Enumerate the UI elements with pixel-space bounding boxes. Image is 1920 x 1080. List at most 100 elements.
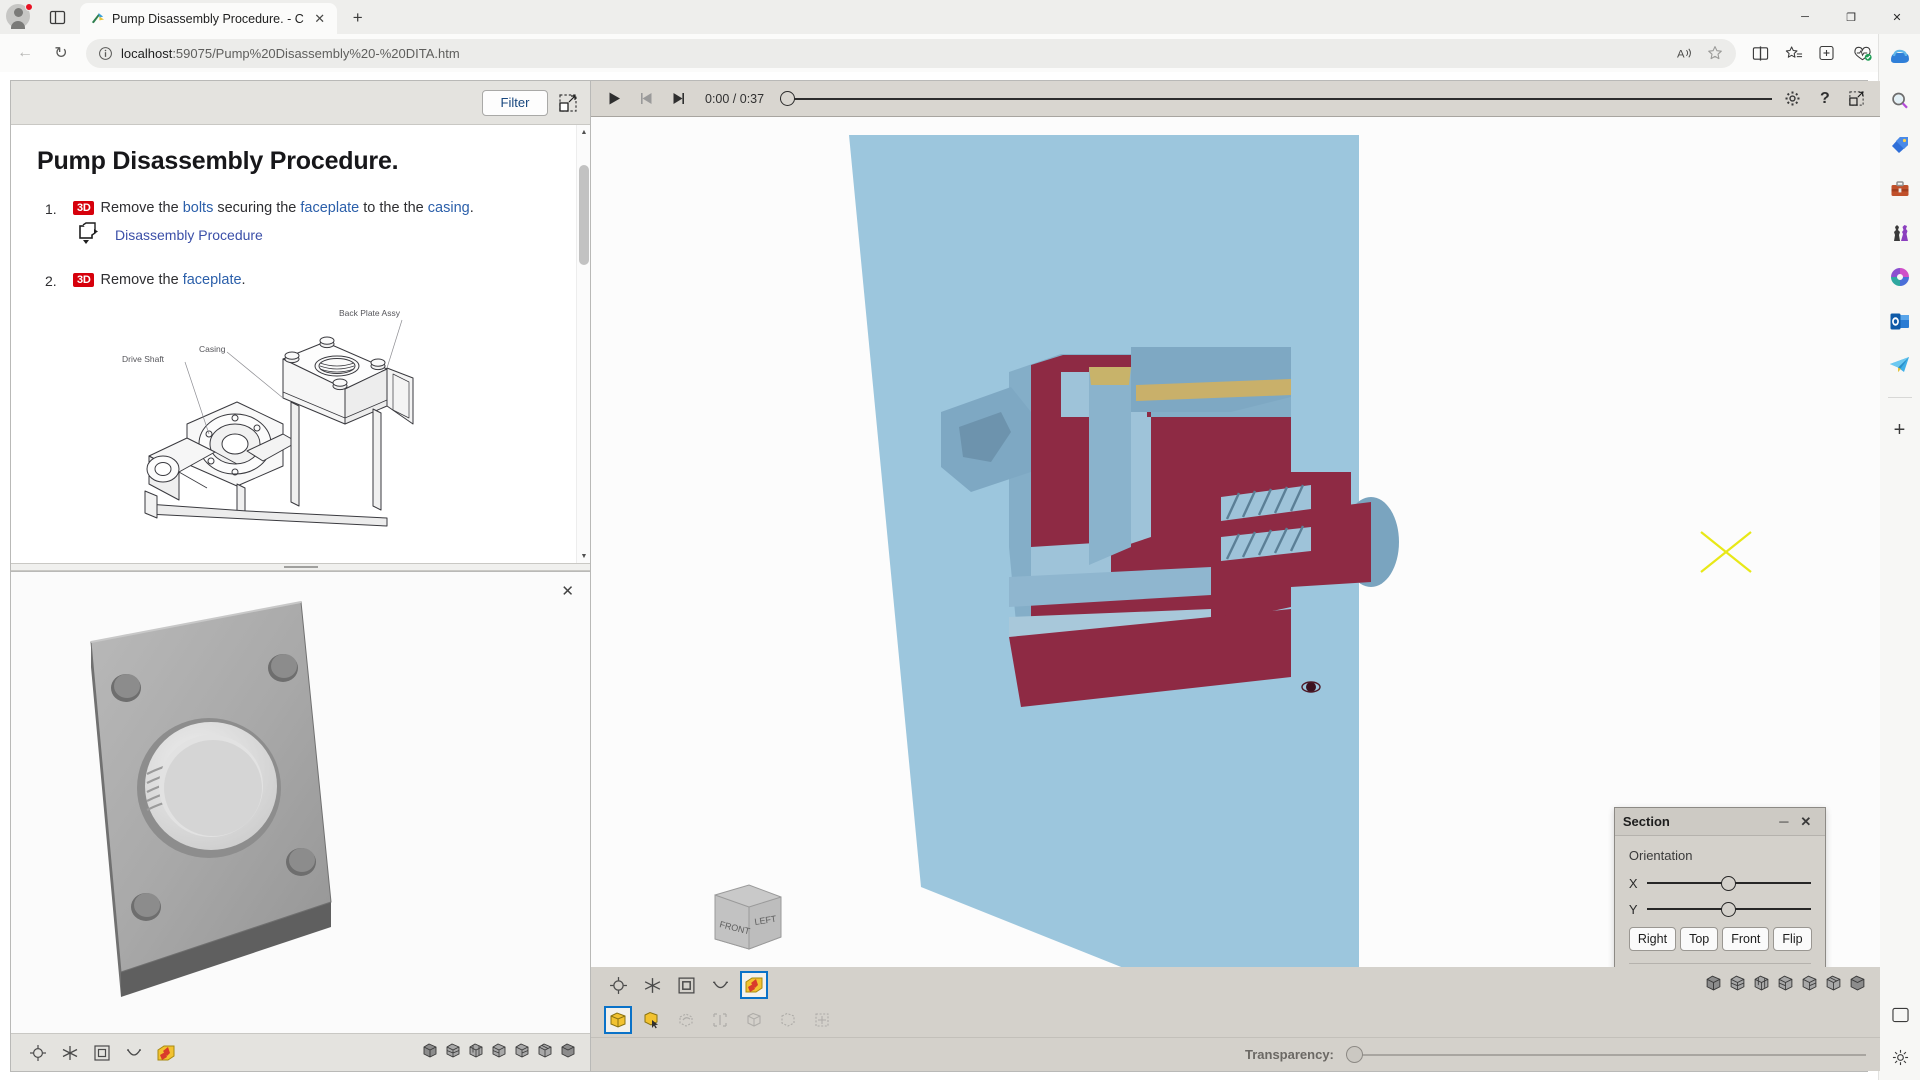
split-screen-icon[interactable]	[1744, 38, 1776, 68]
step-3d-badge[interactable]: 3D	[73, 201, 95, 215]
section-cut-icon[interactable]	[153, 1040, 179, 1066]
view-cube-right-icon[interactable]	[1801, 974, 1818, 996]
solid-render-icon[interactable]	[604, 1006, 632, 1034]
minimize-button[interactable]: ─	[1782, 0, 1828, 34]
playback-knob[interactable]	[780, 91, 796, 106]
step-3d-badge[interactable]: 3D	[73, 273, 95, 287]
view-cube-home-icon[interactable]	[1849, 974, 1866, 996]
navigation-cube[interactable]: FRONT LEFT	[709, 881, 787, 953]
settings-gear-icon[interactable]	[1782, 88, 1804, 110]
favorites-list-icon[interactable]	[1778, 38, 1810, 68]
help-question-icon[interactable]: ?	[1814, 88, 1836, 110]
show-all-icon[interactable]	[809, 1007, 835, 1033]
document-scrollbar[interactable]: ▲ ▼	[576, 125, 590, 563]
close-window-button[interactable]: ✕	[1874, 0, 1920, 34]
view-cube-right-icon[interactable]	[514, 1042, 530, 1063]
link-faceplate-2[interactable]: faceplate	[183, 272, 242, 288]
x-slider-knob[interactable]	[1721, 875, 1737, 891]
axes-icon[interactable]	[57, 1040, 83, 1066]
arc-rotate-icon[interactable]	[121, 1040, 147, 1066]
favorite-star-icon[interactable]	[1702, 41, 1728, 65]
site-info-icon[interactable]	[98, 46, 113, 61]
outlook-icon[interactable]	[1885, 306, 1915, 336]
games-icon[interactable]	[1885, 218, 1915, 248]
collections-icon[interactable]	[1812, 38, 1844, 68]
shopping-tag-icon[interactable]	[1885, 130, 1915, 160]
reload-button[interactable]: ↻	[44, 38, 78, 68]
telegram-icon[interactable]	[1885, 350, 1915, 380]
section-panel[interactable]: Section ─ ✕ Orientation X Y Right Top Fr…	[1613, 807, 1826, 967]
avatar[interactable]	[6, 3, 33, 30]
isolate-icon[interactable]	[707, 1007, 733, 1033]
tools-briefcase-icon[interactable]	[1885, 174, 1915, 204]
section-cut-icon[interactable]	[740, 971, 768, 999]
view-cube-top-icon[interactable]	[1825, 974, 1842, 996]
x-slider[interactable]	[1646, 875, 1811, 891]
browser-essentials-icon[interactable]	[1846, 38, 1878, 68]
tab-actions-button[interactable]	[38, 3, 76, 31]
transparency-slider[interactable]	[1345, 1046, 1866, 1063]
view-cube-top-icon[interactable]	[537, 1042, 553, 1063]
panel-resize-handle[interactable]	[11, 563, 590, 571]
center-target-icon[interactable]	[605, 972, 631, 998]
pick-part-icon[interactable]	[639, 1007, 665, 1033]
fit-to-view-icon[interactable]	[89, 1040, 115, 1066]
section-panel-close-button[interactable]: ✕	[1795, 812, 1817, 832]
view-cube-left-icon[interactable]	[1777, 974, 1794, 996]
center-target-icon[interactable]	[25, 1040, 51, 1066]
view-cube-home-icon[interactable]	[560, 1042, 576, 1063]
search-icon[interactable]	[1885, 86, 1915, 116]
filter-button[interactable]: Filter	[482, 89, 548, 116]
maximize-button[interactable]: ❐	[1828, 0, 1874, 34]
back-button[interactable]: ←	[8, 38, 42, 68]
sublink-disassembly-procedure[interactable]: Disassembly Procedure	[115, 227, 263, 243]
link-faceplate[interactable]: faceplate	[300, 200, 359, 216]
y-slider[interactable]	[1646, 901, 1811, 917]
arc-rotate-icon[interactable]	[707, 972, 733, 998]
copilot-icon[interactable]	[1885, 42, 1915, 72]
view-cube-back-icon[interactable]	[468, 1042, 484, 1063]
axes-icon[interactable]	[639, 972, 665, 998]
next-step-button[interactable]	[667, 88, 689, 110]
view-cube-back-icon[interactable]	[1753, 974, 1770, 996]
previous-step-button[interactable]	[635, 88, 657, 110]
wireframe-icon[interactable]	[741, 1007, 767, 1033]
part-viewer-canvas[interactable]	[11, 572, 590, 1033]
undo-selection-icon[interactable]	[673, 1007, 699, 1033]
read-aloud-icon[interactable]: A	[1672, 41, 1698, 65]
view-cube-front-icon[interactable]	[445, 1042, 461, 1063]
expand-dashed-icon[interactable]	[558, 93, 578, 113]
view-cube-front-icon[interactable]	[1729, 974, 1746, 996]
tab-close-button[interactable]: ✕	[311, 10, 329, 28]
orientation-front-button[interactable]: Front	[1722, 927, 1770, 951]
sidebar-add-icon[interactable]: +	[1885, 415, 1915, 445]
section-panel-titlebar[interactable]: Section ─ ✕	[1614, 808, 1825, 836]
orientation-right-button[interactable]: Right	[1628, 927, 1677, 951]
address-bar[interactable]: localhost:59075/Pump%20Disassembly%20-%2…	[86, 38, 1736, 68]
play-button[interactable]	[603, 88, 625, 110]
scroll-up-arrow[interactable]: ▲	[577, 125, 590, 139]
browser-sidebar-toggle-icon[interactable]	[1885, 1000, 1915, 1030]
scrollbar-thumb[interactable]	[579, 165, 589, 265]
fit-to-view-icon[interactable]	[673, 972, 699, 998]
scroll-down-arrow[interactable]: ▼	[577, 549, 590, 563]
sidebar-settings-icon[interactable]	[1885, 1042, 1915, 1072]
view-cube-left-icon[interactable]	[491, 1042, 507, 1063]
playback-slider[interactable]	[780, 91, 1772, 106]
link-bolts[interactable]: bolts	[183, 200, 214, 216]
view-cube-iso-icon[interactable]	[422, 1042, 438, 1063]
profile-button[interactable]	[0, 3, 38, 31]
link-casing[interactable]: casing	[428, 200, 470, 216]
browser-tab[interactable]: Pump Disassembly Procedure. - C ✕	[80, 3, 337, 34]
y-slider-knob[interactable]	[1721, 901, 1737, 917]
transparency-knob[interactable]	[1345, 1046, 1363, 1063]
viewer-3d-canvas[interactable]: FRONT LEFT Section ─ ✕ Orientation X Y R…	[591, 117, 1880, 967]
orientation-top-button[interactable]: Top	[1680, 927, 1719, 951]
new-tab-button[interactable]: +	[343, 4, 373, 32]
fullscreen-expand-icon[interactable]	[1846, 88, 1868, 110]
cube-expand-icon[interactable]	[75, 222, 101, 248]
hide-part-icon[interactable]	[775, 1007, 801, 1033]
view-cube-iso-icon[interactable]	[1705, 974, 1722, 996]
microsoft-365-icon[interactable]	[1885, 262, 1915, 292]
orientation-flip-button[interactable]: Flip	[1773, 927, 1812, 951]
